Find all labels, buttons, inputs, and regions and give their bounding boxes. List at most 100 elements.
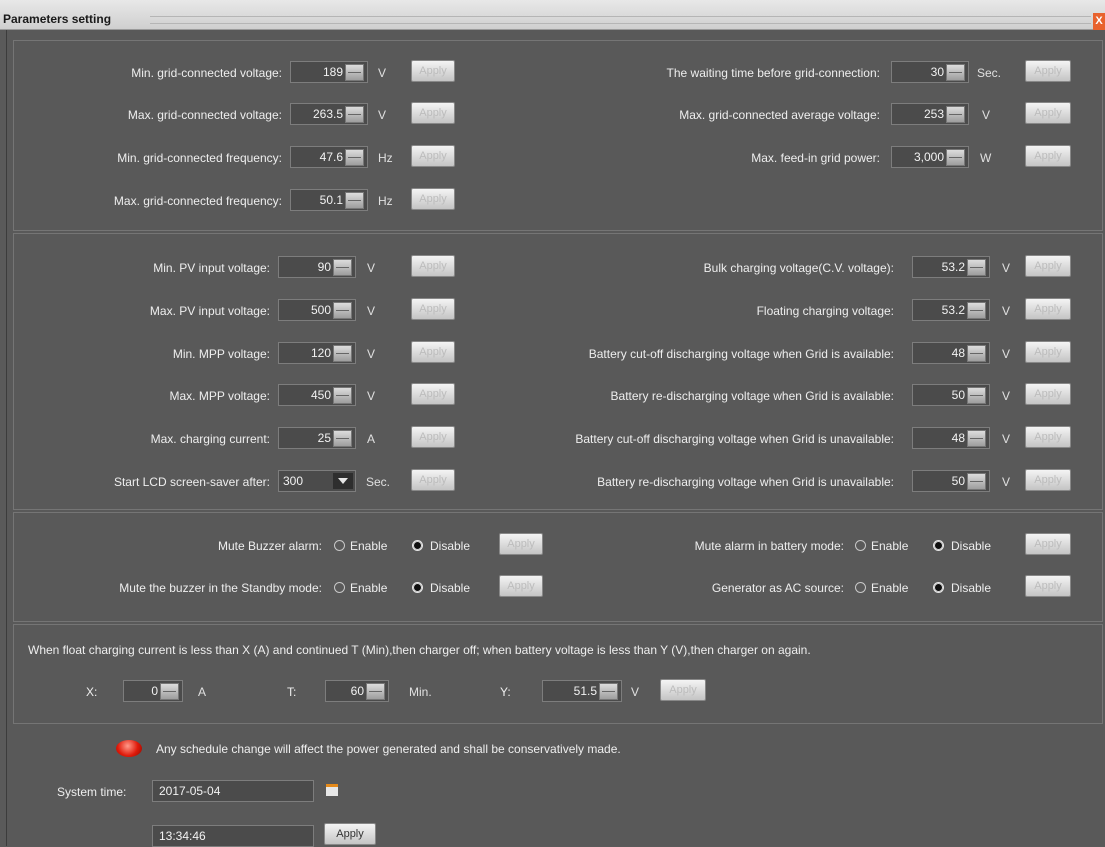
spinner-icon[interactable] — [345, 149, 364, 166]
unit-label: V — [378, 108, 387, 122]
enable-radio[interactable] — [334, 582, 345, 593]
unit-label: V — [378, 66, 387, 80]
spinner-icon[interactable] — [160, 683, 179, 700]
spinner-icon[interactable] — [333, 302, 352, 319]
battery-cutoff-grid-available-input[interactable]: 48 — [912, 342, 990, 364]
calendar-icon[interactable] — [326, 784, 338, 796]
apply-button[interactable]: Apply — [499, 533, 543, 555]
apply-button[interactable]: Apply — [411, 255, 455, 277]
apply-button[interactable]: Apply — [411, 383, 455, 405]
disable-label: Disable — [430, 539, 471, 553]
spinner-icon[interactable] — [946, 106, 965, 123]
close-icon[interactable]: X — [1093, 13, 1105, 30]
apply-button[interactable]: Apply — [411, 102, 455, 124]
spinner-icon[interactable] — [366, 683, 385, 700]
field-value: 48 — [951, 346, 965, 360]
spinner-icon[interactable] — [967, 345, 986, 362]
spinner-icon[interactable] — [967, 473, 986, 490]
floating-charging-voltage-input[interactable]: 53.2 — [912, 299, 990, 321]
spinner-icon[interactable] — [333, 259, 352, 276]
max-grid-frequency-input[interactable]: 50.1 — [290, 189, 368, 211]
spinner-icon[interactable] — [967, 430, 986, 447]
unit-label: Sec. — [977, 66, 1002, 80]
field-value: 2017-05-04 — [159, 784, 221, 798]
apply-button[interactable]: Apply — [411, 60, 455, 82]
spinner-icon[interactable] — [345, 64, 364, 81]
apply-button[interactable]: Apply — [411, 426, 455, 448]
spinner-icon[interactable] — [946, 64, 965, 81]
chevron-down-icon[interactable] — [333, 473, 353, 489]
apply-button[interactable]: Apply — [1025, 575, 1071, 597]
disable-label: Disable — [430, 581, 471, 595]
grid-wait-time-input[interactable]: 30 — [891, 61, 969, 83]
apply-button[interactable]: Apply — [1025, 298, 1071, 320]
apply-button[interactable]: Apply — [1025, 426, 1071, 448]
bulk-charging-voltage-input[interactable]: 53.2 — [912, 256, 990, 278]
spinner-icon[interactable] — [333, 430, 352, 447]
apply-button[interactable]: Apply — [324, 823, 376, 845]
apply-button[interactable]: Apply — [411, 298, 455, 320]
title-bar-stripes — [150, 16, 1091, 24]
apply-button[interactable]: Apply — [1025, 533, 1071, 555]
max-grid-avg-voltage-input[interactable]: 253 — [891, 103, 969, 125]
t-input[interactable]: 60 — [325, 680, 389, 702]
min-mpp-voltage-input[interactable]: 120 — [278, 342, 356, 364]
apply-button[interactable]: Apply — [1025, 145, 1071, 167]
spinner-icon[interactable] — [333, 345, 352, 362]
field-value: 48 — [951, 431, 965, 445]
spinner-icon[interactable] — [333, 387, 352, 404]
disable-radio[interactable] — [933, 540, 944, 551]
min-grid-voltage-input[interactable]: 189 — [290, 61, 368, 83]
screensaver-select[interactable]: 300 — [278, 470, 356, 492]
grid-settings-section: Min. grid-connected voltage: 189 V Apply… — [13, 40, 1103, 231]
system-time-label: System time: — [57, 785, 127, 799]
apply-button[interactable]: Apply — [1025, 341, 1071, 363]
max-charging-current-input[interactable]: 25 — [278, 427, 356, 449]
spinner-icon[interactable] — [946, 149, 965, 166]
disable-radio[interactable] — [412, 582, 423, 593]
disable-radio[interactable] — [412, 540, 423, 551]
x-input[interactable]: 0 — [123, 680, 183, 702]
y-input[interactable]: 51.5 — [542, 680, 622, 702]
field-value: 189 — [322, 65, 343, 79]
apply-button[interactable]: Apply — [660, 679, 706, 701]
apply-button[interactable]: Apply — [1025, 255, 1071, 277]
apply-button[interactable]: Apply — [411, 188, 455, 210]
apply-button[interactable]: Apply — [1025, 102, 1071, 124]
time-input[interactable]: 13:34:46 — [152, 825, 314, 847]
enable-radio[interactable] — [855, 582, 866, 593]
unit-label: A — [198, 685, 207, 699]
date-input[interactable]: 2017-05-04 — [152, 780, 314, 802]
max-charging-current-label: Max. charging current: — [150, 432, 270, 446]
enable-radio[interactable] — [855, 540, 866, 551]
max-mpp-voltage-input[interactable]: 450 — [278, 384, 356, 406]
battery-redischarge-grid-available-input[interactable]: 50 — [912, 384, 990, 406]
spinner-icon[interactable] — [345, 106, 364, 123]
max-grid-voltage-input[interactable]: 263.5 — [290, 103, 368, 125]
min-pv-voltage-input[interactable]: 90 — [278, 256, 356, 278]
apply-button[interactable]: Apply — [411, 341, 455, 363]
apply-button[interactable]: Apply — [1025, 60, 1071, 82]
max-pv-voltage-input[interactable]: 500 — [278, 299, 356, 321]
apply-button[interactable]: Apply — [1025, 469, 1071, 491]
apply-button[interactable]: Apply — [411, 469, 455, 491]
enable-radio[interactable] — [334, 540, 345, 551]
max-feed-in-power-input[interactable]: 3,000 — [891, 146, 969, 168]
apply-button[interactable]: Apply — [499, 575, 543, 597]
disable-radio[interactable] — [933, 582, 944, 593]
spinner-icon[interactable] — [967, 259, 986, 276]
unit-label: Min. — [409, 685, 432, 699]
battery-cutoff-grid-unavailable-input[interactable]: 48 — [912, 427, 990, 449]
apply-button[interactable]: Apply — [1025, 383, 1071, 405]
title-bar: Parameters setting X — [0, 0, 1105, 30]
spinner-icon[interactable] — [967, 302, 986, 319]
max-grid-avg-voltage-label: Max. grid-connected average voltage: — [679, 108, 880, 122]
min-grid-frequency-input[interactable]: 47.6 — [290, 146, 368, 168]
field-value: 51.5 — [573, 684, 597, 698]
apply-button[interactable]: Apply — [411, 145, 455, 167]
unit-label: V — [367, 304, 376, 318]
battery-redischarge-grid-unavailable-input[interactable]: 50 — [912, 470, 990, 492]
spinner-icon[interactable] — [967, 387, 986, 404]
spinner-icon[interactable] — [345, 192, 364, 209]
spinner-icon[interactable] — [599, 683, 618, 700]
